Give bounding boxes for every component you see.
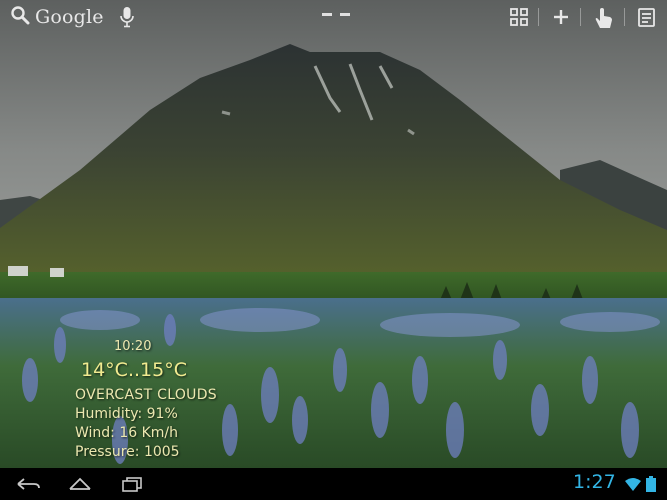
battery-icon bbox=[646, 476, 656, 496]
toolbar-divider bbox=[538, 8, 539, 26]
apps-grid-icon[interactable] bbox=[508, 6, 532, 28]
google-search-bar[interactable]: Google bbox=[10, 4, 104, 30]
launcher-top-bar: Google bbox=[0, 0, 667, 34]
recent-apps-icon[interactable] bbox=[118, 474, 146, 494]
weather-wind: Wind: 16 Km/h bbox=[75, 425, 179, 441]
weather-time: 10:20 bbox=[114, 339, 152, 354]
status-clock[interactable]: 1:27 bbox=[573, 471, 616, 493]
hand-touch-icon[interactable] bbox=[592, 6, 616, 28]
edit-notes-icon[interactable] bbox=[636, 6, 660, 28]
home-icon[interactable] bbox=[66, 474, 94, 494]
add-icon[interactable] bbox=[550, 6, 574, 28]
page-indicator-dot bbox=[322, 13, 332, 16]
microphone-icon[interactable] bbox=[119, 6, 135, 32]
page-indicator-dot bbox=[340, 13, 350, 16]
system-navigation-bar bbox=[0, 468, 667, 500]
weather-humidity: Humidity: 91% bbox=[75, 406, 178, 422]
weather-condition: OVERCAST CLOUDS bbox=[75, 387, 217, 403]
toolbar-divider bbox=[580, 8, 581, 26]
page-indicator bbox=[322, 13, 350, 16]
back-icon[interactable] bbox=[14, 474, 42, 494]
weather-pressure: Pressure: 1005 bbox=[75, 444, 180, 460]
weather-temperature: 14°C..15°C bbox=[81, 359, 187, 381]
search-icon bbox=[10, 5, 30, 29]
wifi-icon bbox=[624, 476, 642, 496]
google-search-label: Google bbox=[35, 6, 104, 28]
toolbar-divider bbox=[624, 8, 625, 26]
